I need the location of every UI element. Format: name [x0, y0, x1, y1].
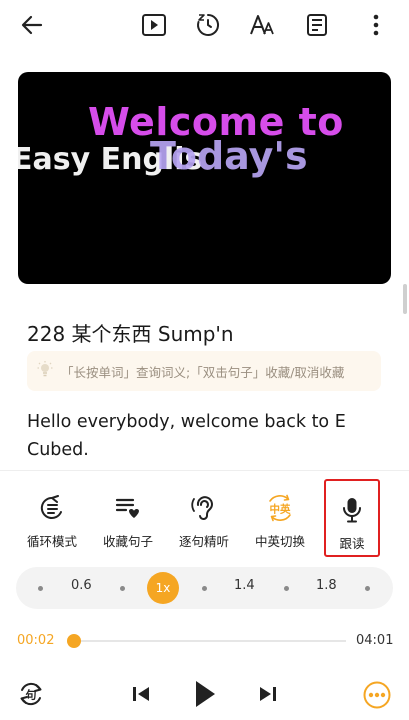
- video-player[interactable]: Easy Englis Welcome to Today's: [18, 72, 391, 284]
- lightbulb-icon: [37, 360, 53, 383]
- language-toggle-button[interactable]: 中英 中英切换: [240, 491, 320, 555]
- loop-mode-label: 循环模式: [26, 534, 77, 549]
- notes-icon[interactable]: [300, 8, 334, 42]
- sentence-repeat-button[interactable]: 句: [16, 679, 46, 709]
- speed-option[interactable]: 1.4: [234, 578, 255, 593]
- timer-icon[interactable]: [191, 8, 225, 42]
- previous-sentence-icon: [133, 687, 149, 701]
- favorite-sentence-button[interactable]: 收藏句子: [88, 491, 168, 555]
- microphone-icon: [341, 493, 363, 527]
- player-panel: 循环模式 收藏句子 逐句精听 中英 中英切换 跟读 0.6 1x 1.4 1.8…: [0, 470, 409, 720]
- hint-text: 「长按单词」查询词义;「双击句子」收藏/取消收藏: [61, 364, 345, 380]
- speed-tick[interactable]: [120, 586, 125, 591]
- progress-track[interactable]: [67, 634, 346, 648]
- more-options-button[interactable]: [361, 679, 393, 711]
- play-video-icon[interactable]: [137, 8, 171, 42]
- loop-mode-icon: [39, 491, 65, 525]
- more-vertical-icon[interactable]: [359, 8, 393, 42]
- scrollbar[interactable]: [403, 284, 407, 314]
- video-overlay-line: Today's: [150, 134, 308, 178]
- sentence-repeat-icon: 句: [20, 682, 42, 706]
- listen-ear-icon: [191, 491, 217, 525]
- speed-option[interactable]: 1.8: [316, 578, 337, 593]
- play-icon: [196, 681, 215, 707]
- total-time: 04:01: [356, 633, 394, 648]
- usage-hint: 「长按单词」查询词义;「双击句子」收藏/取消收藏: [27, 351, 381, 391]
- speed-tick[interactable]: [202, 586, 207, 591]
- read-along-label: 跟读: [339, 536, 365, 551]
- sentence-listen-button[interactable]: 逐句精听: [164, 491, 244, 555]
- language-toggle-glyph: 中英: [270, 503, 291, 516]
- font-size-icon[interactable]: [245, 8, 279, 42]
- speed-option-selected[interactable]: 1x: [147, 572, 179, 604]
- previous-sentence-button[interactable]: [127, 680, 155, 708]
- playback-speed-selector[interactable]: 0.6 1x 1.4 1.8: [16, 567, 393, 609]
- sentence-repeat-glyph: 句: [26, 688, 37, 702]
- play-button[interactable]: [188, 675, 222, 713]
- back-arrow-icon[interactable]: [15, 8, 49, 42]
- speed-tick[interactable]: [38, 586, 43, 591]
- current-time: 00:02: [17, 633, 55, 648]
- top-bar: [0, 0, 409, 52]
- sentence-listen-label: 逐句精听: [178, 534, 229, 549]
- speed-tick[interactable]: [365, 586, 370, 591]
- language-toggle-label: 中英切换: [254, 534, 305, 549]
- next-sentence-icon: [260, 687, 276, 701]
- favorite-sentence-icon: [114, 491, 142, 525]
- language-toggle-icon: 中英: [264, 491, 296, 525]
- lesson-title: 228 某个东西 Sump'n: [27, 322, 234, 346]
- read-along-button[interactable]: 跟读: [324, 479, 380, 557]
- speed-tick[interactable]: [284, 586, 289, 591]
- more-options-icon: [363, 681, 391, 709]
- current-sentence[interactable]: Hello everybody, welcome back to E Cubed…: [27, 408, 367, 464]
- loop-mode-button[interactable]: 循环模式: [12, 491, 92, 555]
- next-sentence-button[interactable]: [254, 680, 282, 708]
- progress-knob[interactable]: [67, 634, 82, 648]
- favorite-sentence-label: 收藏句子: [102, 534, 153, 549]
- speed-option[interactable]: 0.6: [71, 578, 92, 593]
